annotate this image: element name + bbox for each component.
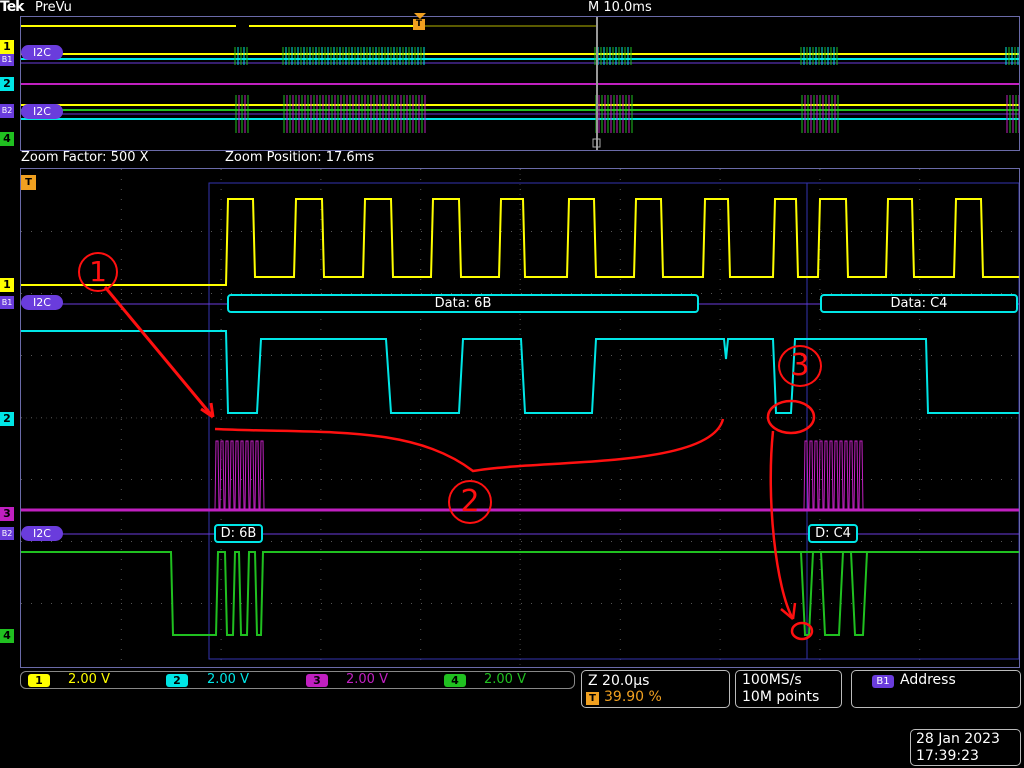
annotation-brace-2 — [214, 418, 725, 473]
ch3-burst-pulse — [848, 440, 854, 510]
overview-bus1-label[interactable]: I2C — [21, 45, 63, 60]
main-trigger-marker[interactable]: T — [21, 175, 36, 190]
brand-logo: Tek — [0, 0, 24, 15]
annotation-3: 3 — [778, 345, 822, 387]
datetime-readout: 28 Jan 2023 17:39:23 — [910, 729, 1021, 766]
ch3-burst-pulse — [853, 440, 859, 510]
trigger-position-icon: T — [586, 692, 599, 705]
acquisition-readout[interactable]: 100MS/s 10M points — [735, 670, 842, 708]
bus-trigger-readout[interactable]: B1 Address — [851, 670, 1021, 708]
annotation-1: 1 — [78, 252, 118, 292]
annotation-arrow-3 — [769, 430, 795, 620]
ch4-badge[interactable]: 4 — [444, 674, 466, 687]
zoom-scale: Z 20.0µs — [588, 673, 650, 689]
acquisition-mode: PreVu — [35, 0, 72, 15]
overview-bus2-label[interactable]: I2C — [21, 104, 63, 119]
ch4-scale[interactable]: 2.00 V — [484, 672, 526, 687]
main-bus2-label[interactable]: I2C — [21, 526, 63, 541]
bus-trigger-type: Address — [900, 672, 956, 688]
ch3-burst-pulse — [843, 440, 849, 510]
main-bus1-label[interactable]: I2C — [21, 295, 63, 310]
zoom-info-bar: Zoom Factor: 500 X Zoom Position: 17.6ms — [0, 149, 1024, 167]
ch3-burst-pulse — [239, 440, 245, 510]
b2-position-marker[interactable]: B2 — [0, 527, 14, 540]
zoom-waveform-window[interactable] — [20, 168, 1020, 668]
horizontal-readout[interactable]: Z 20.0µs T 39.90 % — [581, 670, 730, 708]
ch3-burst-pulse — [813, 440, 819, 510]
ch3-burst-pulse — [823, 440, 829, 510]
zoom-factor: Zoom Factor: 500 X — [21, 150, 149, 165]
ch3-burst-pulse — [214, 440, 220, 510]
date: 28 Jan 2023 — [916, 731, 1000, 747]
ch3-burst-pulse — [249, 440, 255, 510]
timebase-readout[interactable]: M 10.0ms — [588, 0, 652, 15]
ch1-ground-marker[interactable]: 1 — [0, 278, 14, 292]
ch3-burst-pulse — [244, 440, 250, 510]
ch3-scale[interactable]: 2.00 V — [346, 672, 388, 687]
ch3-burst-pulse — [229, 440, 235, 510]
ch2-ground-marker[interactable]: 2 — [0, 412, 14, 426]
time: 17:39:23 — [916, 748, 979, 764]
bus1-packet-data-6b[interactable]: Data: 6B — [227, 294, 699, 313]
ch3-burst-pulse — [254, 440, 260, 510]
ch2-badge[interactable]: 2 — [166, 674, 188, 687]
ch3-burst-pulse — [818, 440, 824, 510]
top-status-bar: Tek PreVu M 10.0ms — [0, 0, 1024, 16]
ch3-burst-pulse — [219, 440, 225, 510]
annotation-arrow-1 — [103, 286, 215, 418]
ch4-trace-burst — [800, 551, 868, 636]
ch3-burst-pulse — [259, 440, 265, 510]
ch3-burst-pulse — [858, 440, 864, 510]
ch4-ground-marker[interactable]: 4 — [0, 629, 14, 643]
zoom-waveform-graticule — [21, 169, 1020, 667]
sample-rate: 100MS/s — [742, 672, 802, 688]
bus2-packet-d-6b[interactable]: D: 6B — [214, 524, 263, 543]
ch3-ground-marker[interactable]: 3 — [0, 507, 14, 521]
overview-ch1-marker[interactable]: 1 — [0, 40, 14, 54]
zoom-position: Zoom Position: 17.6ms — [225, 150, 375, 165]
ch3-burst-pulse — [234, 440, 240, 510]
ch3-burst-pulse — [224, 440, 230, 510]
ch3-burst-pulse — [803, 440, 809, 510]
ch2-trace — [21, 330, 1019, 414]
ch3-burst-pulse — [838, 440, 844, 510]
ch1-badge[interactable]: 1 — [28, 674, 50, 687]
ch3-badge[interactable]: 3 — [306, 674, 328, 687]
bus2-packet-d-c4[interactable]: D: C4 — [808, 524, 858, 543]
overview-waveform-window[interactable]: T — [20, 13, 1020, 151]
bus-trigger-badge: B1 — [872, 675, 894, 688]
overview-trigger-marker[interactable]: T — [413, 13, 427, 30]
overview-ch2-marker[interactable]: 2 — [0, 77, 14, 91]
bus1-packet-data-c4[interactable]: Data: C4 — [820, 294, 1018, 313]
ch3-burst-pulse — [833, 440, 839, 510]
ch2-scale[interactable]: 2.00 V — [207, 672, 249, 687]
b1-position-marker[interactable]: B1 — [0, 296, 14, 309]
record-length: 10M points — [742, 689, 820, 705]
ch3-burst-pulse — [808, 440, 814, 510]
ch3-burst-pulse — [828, 440, 834, 510]
overview-b1-marker[interactable]: B1 — [0, 54, 14, 66]
overview-b2-marker[interactable]: B2 — [0, 104, 14, 118]
overview-ch4-marker[interactable]: 4 — [0, 132, 14, 146]
trigger-position: 39.90 % — [604, 689, 662, 705]
ch1-trace — [21, 198, 1019, 286]
ch1-scale[interactable]: 2.00 V — [68, 672, 110, 687]
annotation-2: 2 — [448, 480, 492, 524]
overview-waveforms — [21, 17, 1020, 150]
